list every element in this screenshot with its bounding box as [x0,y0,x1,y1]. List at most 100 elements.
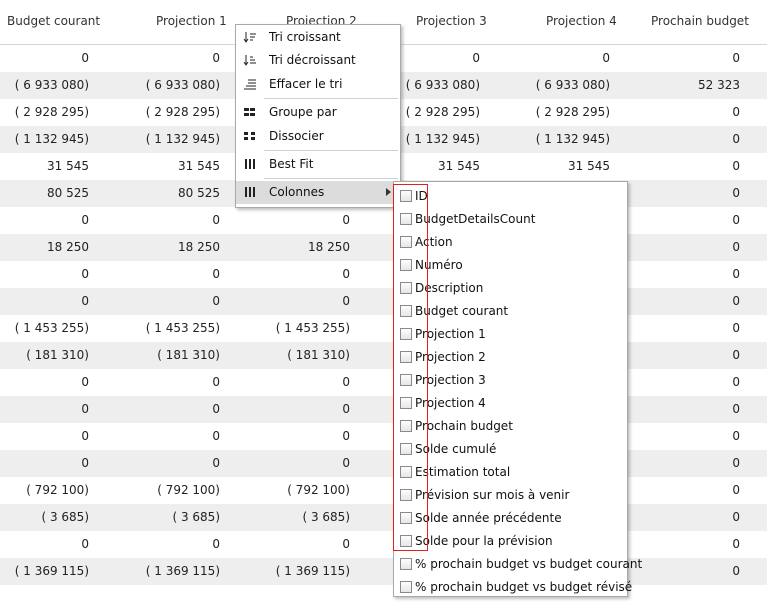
table-row[interactable]: 0 0 0 0 [0,207,767,234]
column-toggle-label: Budget courant [415,304,509,318]
column-toggle-label: Prévision sur mois à venir [415,488,570,502]
column-toggle-item[interactable]: Action [394,231,627,254]
menu-item-tri-decroissant[interactable]: Tri décroissant [236,49,400,72]
table-row[interactable]: 0 0 0 0 [0,261,767,288]
menu-separator [264,98,398,99]
table-cell: ( 792 100) [26,483,89,497]
table-cell: ( 6 933 080) [14,78,89,92]
table-row[interactable]: ( 792 100) ( 792 100) ( 792 100) 0 [0,477,767,504]
header-projection-4[interactable]: Projection 4 [546,14,617,28]
menu-item-colonnes[interactable]: Colonnes [236,181,400,204]
column-toggle-item[interactable]: Projection 1 [394,323,627,346]
table-cell: 0 [342,429,350,443]
table-row[interactable]: ( 1 369 115)( 1 369 115)( 1 369 115)( 1 … [0,558,767,585]
menu-item-best-fit[interactable]: Best Fit [236,153,400,176]
table-row[interactable]: 0 0 0 0 [0,288,767,315]
table-cell: 0 [81,294,89,308]
table-cell: 0 [81,51,89,65]
table-cell: 0 [732,267,740,281]
ungroup-icon [243,130,257,142]
column-toggle-item[interactable]: Prochain budget [394,415,627,438]
table-cell: 31 545 [178,159,220,173]
table-cell: ( 2 928 295) [14,105,89,119]
table-cell: ( 1 453 255) [275,321,350,335]
table-row[interactable]: ( 1 453 255) ( 1 453 255) ( 1 453 255) 0 [0,315,767,342]
column-toggle-item[interactable]: Description [394,277,627,300]
table-row[interactable]: 18 250 18 250 18 250 0 [0,234,767,261]
table-cell: 0 [732,537,740,551]
table-row[interactable]: 0 0 0 0 [0,531,767,558]
menu-item-effacer-le-tri[interactable]: Effacer le tri [236,73,400,96]
table-cell: 80 525 [47,186,89,200]
table-cell: ( 792 100) [287,483,350,497]
table-cell: ( 181 310) [26,348,89,362]
header-budget-courant[interactable]: Budget courant [7,14,100,28]
table-row[interactable]: 0 0 0 0 [0,450,767,477]
menu-label: Tri décroissant [269,53,356,67]
column-toggle-label: Solde pour la prévision [415,534,553,548]
column-checkbox[interactable] [400,581,412,593]
table-cell: 0 [212,213,220,227]
menu-item-tri-croissant[interactable]: Tri croissant [236,26,400,49]
table-cell: 0 [732,429,740,443]
menu-label: Dissocier [269,129,324,143]
column-toggle-item[interactable]: Projection 3 [394,369,627,392]
table-row[interactable]: ( 3 685) ( 3 685) ( 3 685) 0 [0,504,767,531]
header-projection-1[interactable]: Projection 1 [156,14,227,28]
table-cell: 31 545 [568,159,610,173]
table-cell: 0 [732,51,740,65]
table-cell: 0 [342,294,350,308]
table-cell: 0 [342,456,350,470]
column-toggle-item[interactable]: % prochain budget vs budget révisé [394,576,632,599]
column-toggle-item[interactable]: ID [394,185,627,208]
table-cell: 0 [732,105,740,119]
column-toggle-item[interactable]: BudgetDetailsCount [394,208,627,231]
columns-icon [243,186,257,198]
column-toggle-item[interactable]: Prévision sur mois à venir [394,484,627,507]
column-toggle-item[interactable]: Solde cumulé [394,438,627,461]
header-prochain-budget[interactable]: Prochain budget [651,14,749,28]
table-cell: ( 6 933 080) [535,78,610,92]
table-cell: 0 [81,267,89,281]
table-cell: ( 6 933 080) [405,78,480,92]
column-toggle-item[interactable]: Estimation total [394,461,627,484]
table-cell: ( 3 685) [172,510,220,524]
clear-sort-icon [243,78,257,90]
menu-separator [264,150,398,151]
table-cell: ( 2 928 295) [405,105,480,119]
table-cell: 0 [732,348,740,362]
table-cell: 0 [472,51,480,65]
column-toggle-item[interactable]: Projection 4 [394,392,627,415]
column-toggle-item[interactable]: Budget courant [394,300,627,323]
column-checkbox[interactable] [400,558,412,570]
sort-ascending-icon [243,31,257,43]
column-toggle-item[interactable]: % prochain budget vs budget courant [394,553,642,576]
column-toggle-item[interactable]: Numéro [394,254,627,277]
header-projection-3[interactable]: Projection 3 [416,14,487,28]
column-toggle-item[interactable]: Projection 2 [394,346,627,369]
table-cell: ( 3 685) [302,510,350,524]
table-cell: 0 [212,456,220,470]
columns-submenu: ID BudgetDetailsCount Action Numéro Descript… [393,181,642,599]
table-row[interactable]: ( 181 310) ( 181 310) ( 181 310) 0 [0,342,767,369]
table-cell: 0 [732,294,740,308]
table-cell: ( 2 928 295) [535,105,610,119]
column-toggle-item[interactable]: Solde pour la prévision [394,530,627,553]
table-cell: 52 323 [698,78,740,92]
menu-item-groupe-par[interactable]: Groupe par [236,101,400,124]
column-toggle-item[interactable]: Solde année précédente [394,507,627,530]
table-cell: ( 1 453 255) [145,321,220,335]
table-cell: 0 [212,267,220,281]
table-cell: ( 181 310) [157,348,220,362]
table-cell: 18 250 [47,240,89,254]
table-row[interactable]: 0 0 0 0 [0,423,767,450]
highlight-box [393,184,428,551]
column-toggle-label: BudgetDetailsCount [415,212,536,226]
table-row[interactable]: 0 0 0 0 [0,369,767,396]
table-cell: 18 250 [308,240,350,254]
table-cell: 0 [732,321,740,335]
table-row[interactable]: 0 0 0 0 [0,396,767,423]
menu-item-dissocier[interactable]: Dissocier [236,125,400,148]
table-cell: ( 3 685) [41,510,89,524]
table-cell: 0 [212,402,220,416]
